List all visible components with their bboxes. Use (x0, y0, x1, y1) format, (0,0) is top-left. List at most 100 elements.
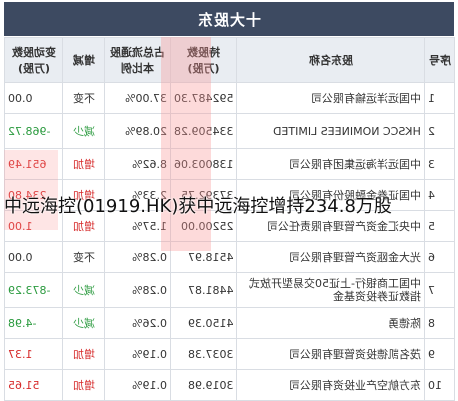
cell-shares: 3037.38 (170, 338, 237, 370)
cell-name: 陈德勇 (236, 307, 425, 339)
cell-change-text: -873.29 (8, 283, 51, 297)
header-idx: 序号 (424, 37, 455, 83)
table-title: 十大股东 (196, 10, 261, 29)
cell-shares: 4481.87 (170, 272, 237, 308)
table-row: -873.29 减少 0.28% 4481.87 中国工商银行-上证50交易型开放式指数… (4, 272, 455, 308)
cell-idx: 6 (424, 241, 455, 273)
table-header-row: 变动股数 (万股) 增减 占总流通股本比例 持股数 (万股) 股东名称 序号 (4, 37, 455, 83)
cell-idx-text: 9 (428, 347, 435, 361)
cell-idx-text: 7 (428, 283, 435, 297)
cell-direction: 增加 (62, 369, 105, 401)
cell-name-text: HKSCC NOMINEES LIMITED (273, 124, 421, 138)
cell-idx: 1 (424, 82, 455, 114)
cell-change-text: -968.72 (8, 124, 51, 138)
cell-name-text: 陈德勇 (388, 317, 421, 330)
highlight-overlay-left (4, 150, 58, 230)
cell-pct: 0.19% (104, 338, 171, 370)
table-row: 0.00 不变 0.28% 4518.97 光大金瓯资产管理有限公司 6 (4, 241, 455, 273)
cell-direction-text: 减少 (72, 125, 95, 138)
cell-direction-text: 不变 (72, 92, 95, 105)
cell-name: 中国工商银行-上证50交易型开放式指数证券投资基金 (236, 272, 425, 308)
cell-name: 东方航空产业投资有限公司 (236, 369, 425, 401)
cell-direction: 不变 (62, 241, 105, 273)
cell-idx: 4 (424, 179, 455, 211)
cell-direction: 增加 (62, 338, 105, 370)
cell-change-text: 0.00 (8, 91, 33, 105)
cell-name: HKSCC NOMINEES LIMITED (236, 113, 425, 149)
cell-idx-text: 8 (428, 316, 435, 330)
cell-idx: 2 (424, 113, 455, 149)
cell-shares-text: 4481.87 (187, 283, 234, 297)
cell-idx-text: 10 (428, 378, 442, 392)
cell-direction-text: 增加 (72, 220, 95, 233)
cell-idx: 10 (424, 369, 455, 401)
cell-pct-text: 0.19% (132, 378, 167, 392)
cell-direction-text: 不变 (72, 251, 95, 264)
news-caption: 中远海控(01919.HK)获中远海控增持234.8万股 (4, 196, 392, 217)
cell-shares-text: 3019.98 (187, 378, 234, 392)
cell-direction-text: 增加 (72, 379, 95, 392)
cell-pct-text: 0.28% (132, 250, 167, 264)
cell-shares: 3019.98 (170, 369, 237, 401)
cell-name: 中国远洋运输有限公司 (236, 82, 425, 114)
cell-name-text: 茂名凯德投资管理有限公司 (289, 348, 421, 361)
cell-change: 0.00 (4, 241, 63, 273)
cell-idx-text: 4 (428, 188, 435, 202)
table-row: 1.37 增加 0.19% 3037.38 茂名凯德投资管理有限公司 9 (4, 338, 455, 370)
cell-direction: 减少 (62, 272, 105, 308)
highlight-overlay (161, 37, 211, 251)
cell-idx: 7 (424, 272, 455, 308)
cell-direction: 减少 (62, 113, 105, 149)
cell-pct: 0.28% (104, 272, 171, 308)
cell-shares-text: 4150.39 (187, 316, 234, 330)
cell-idx: 5 (424, 210, 455, 242)
cell-change: 0.00 (4, 82, 63, 114)
cell-direction: 增加 (62, 148, 105, 180)
cell-change: -873.29 (4, 272, 63, 308)
cell-name-text: 中国远洋运输有限公司 (311, 92, 421, 105)
table-row: 0.00 不变 37.00% 592487.30 中国远洋运输有限公司 1 (4, 82, 455, 114)
header-name: 股东名称 (236, 37, 425, 83)
cell-change-text: -4.98 (8, 316, 37, 330)
cell-pct: 0.26% (104, 307, 171, 339)
cell-name-text: 东方航空产业投资有限公司 (289, 379, 421, 392)
header-change: 变动股数 (万股) (4, 37, 63, 83)
cell-shares-text: 3037.38 (187, 347, 234, 361)
cell-idx: 8 (424, 307, 455, 339)
cell-change: -968.72 (4, 113, 63, 149)
cell-direction: 减少 (62, 307, 105, 339)
cell-direction-text: 减少 (72, 284, 95, 297)
shareholder-table: 变动股数 (万股) 增减 占总流通股本比例 持股数 (万股) 股东名称 序号 0… (4, 37, 455, 401)
cell-shares-text: 4518.97 (187, 250, 234, 264)
cell-idx-text: 2 (428, 124, 435, 138)
cell-change-text: 1.37 (8, 347, 33, 361)
table-row: 651.49 增加 8.62% 138003.06 中国远洋海运集团有限公司 3 (4, 148, 455, 180)
cell-name: 茂名凯德投资管理有限公司 (236, 338, 425, 370)
cell-direction: 不变 (62, 82, 105, 114)
table-title-bar: 十大股东 (4, 2, 454, 36)
cell-direction-text: 增加 (72, 348, 95, 361)
cell-name: 光大金瓯资产管理有限公司 (236, 241, 425, 273)
cell-name: 中国远洋海运集团有限公司 (236, 148, 425, 180)
cell-direction-text: 减少 (72, 317, 95, 330)
cell-idx-text: 6 (428, 250, 435, 264)
header-direction: 增减 (62, 37, 105, 83)
cell-name-text: 中国工商银行-上证50交易型开放式指数证券投资基金 (249, 277, 421, 303)
cell-idx-text: 3 (428, 157, 435, 171)
cell-idx-text: 1 (428, 91, 435, 105)
cell-name-text: 中国远洋海运集团有限公司 (289, 158, 421, 171)
cell-change: 51.65 (4, 369, 63, 401)
cell-shares: 4150.39 (170, 307, 237, 339)
cell-pct: 0.19% (104, 369, 171, 401)
cell-pct-text: 0.19% (132, 347, 167, 361)
cell-change-text: 0.00 (8, 250, 33, 264)
table-row: 51.65 增加 0.19% 3019.98 东方航空产业投资有限公司 10 (4, 369, 455, 401)
table-row: -968.72 减少 20.89% 334509.28 HKSCC NOMINEES L… (4, 113, 455, 149)
cell-pct-text: 0.26% (132, 316, 167, 330)
cell-change-text: 51.65 (8, 378, 40, 392)
cell-change: -4.98 (4, 307, 63, 339)
shareholder-table-wrap: 变动股数 (万股) 增减 占总流通股本比例 持股数 (万股) 股东名称 序号 0… (4, 37, 455, 401)
cell-idx: 3 (424, 148, 455, 180)
cell-idx: 9 (424, 338, 455, 370)
cell-name-text: 中央汇金资产管理有限责任公司 (267, 220, 421, 233)
